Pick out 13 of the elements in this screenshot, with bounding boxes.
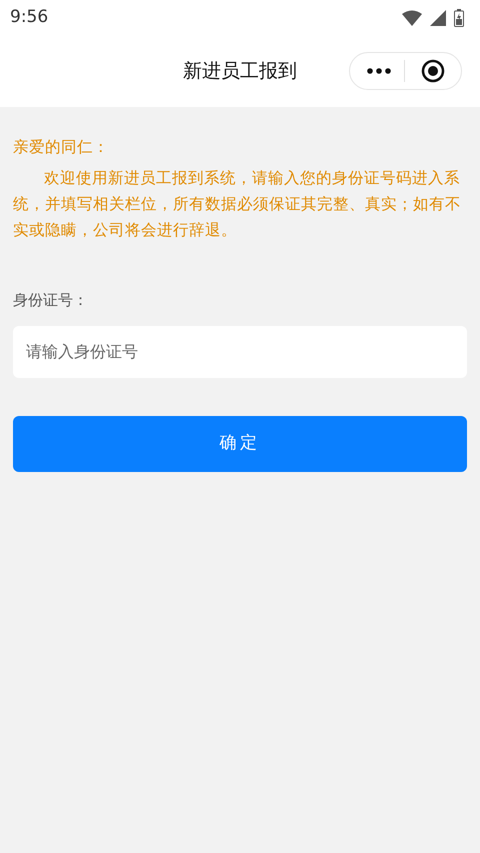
notice-text: 欢迎使用新进员工报到系统，请输入您的身份证号码进入系统，并填写相关栏位，所有数据必须保证其完整、真实；如有不实或隐瞒，公司将会进行辞退。 (13, 168, 462, 241)
greeting-text: 亲爱的同仁： (13, 137, 110, 158)
status-time: 9:56 (10, 6, 48, 29)
battery-icon (454, 8, 464, 26)
more-icon[interactable] (367, 68, 391, 74)
wifi-icon (402, 10, 422, 26)
signal-icon (430, 10, 446, 26)
capsule-menu[interactable] (349, 52, 462, 90)
confirm-button[interactable]: 确定 (13, 416, 467, 472)
page-title: 新进员工报到 (183, 58, 297, 84)
id-input-field[interactable]: 请输入身份证号 (13, 326, 467, 378)
id-label: 身份证号： (13, 290, 89, 311)
close-icon[interactable] (421, 59, 445, 83)
